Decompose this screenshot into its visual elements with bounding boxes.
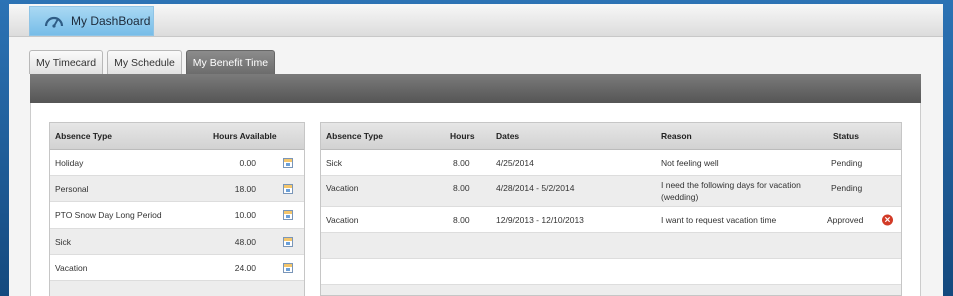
hours-cell: 8.00: [453, 157, 470, 168]
table-row[interactable]: PTO Snow Day Long Period 10.00: [50, 202, 304, 229]
table-row[interactable]: Holiday 0.00: [50, 150, 304, 176]
calendar-icon[interactable]: [283, 210, 293, 220]
hours-cell: 24.00: [234, 262, 256, 273]
empty-row: [50, 281, 304, 296]
absence-type-cell: Vacation: [326, 183, 359, 193]
tab-content: Absence Type Hours Available Holiday 0.0…: [30, 103, 921, 296]
table-row[interactable]: Personal 18.00: [50, 176, 304, 202]
hours-cell: 18.00: [234, 183, 256, 194]
dashboard-label: My DashBoard: [71, 14, 151, 28]
calendar-icon[interactable]: [283, 236, 293, 247]
absence-type-cell: Vacation: [326, 214, 359, 225]
main-panel: My Timecard My Schedule My Benefit Time …: [9, 37, 943, 296]
empty-row: [321, 259, 901, 285]
column-header-hours: Hours: [450, 131, 475, 141]
absence-requests-table: Absence Type Hours Dates Reason Status S…: [320, 122, 902, 296]
hours-cell: 10.00: [234, 210, 256, 220]
absence-type-cell: PTO Snow Day Long Period: [55, 210, 162, 220]
tab-my-timecard[interactable]: My Timecard: [29, 50, 104, 74]
tab-my-schedule[interactable]: My Schedule: [107, 50, 182, 74]
calendar-icon[interactable]: [283, 183, 293, 194]
cancel-icon[interactable]: ✕: [882, 214, 893, 225]
hours-cell: 8.00: [453, 214, 470, 225]
column-header-absence-type: Absence Type: [326, 131, 384, 141]
column-header-reason: Reason: [661, 131, 692, 141]
table-row[interactable]: Vacation 8.00 12/9/2013 - 12/10/2013 I w…: [321, 207, 901, 233]
table-row[interactable]: Sick 8.00 4/25/2014 Not feeling well Pen…: [321, 150, 901, 176]
empty-row: [321, 233, 901, 259]
column-header-absence-type: Absence Type: [55, 131, 113, 141]
absence-type-cell: Vacation: [55, 262, 88, 273]
calendar-icon[interactable]: [283, 157, 293, 168]
tab-bar: My Timecard My Schedule My Benefit Time: [29, 50, 279, 74]
absence-type-cell: Personal: [55, 183, 89, 194]
dashboard-button[interactable]: My DashBoard: [29, 6, 154, 36]
table-row[interactable]: Vacation 24.00: [50, 255, 304, 281]
status-cell: Pending: [831, 157, 863, 168]
table-row[interactable]: Sick 48.00: [50, 229, 304, 255]
column-header-hours-available: Hours Available: [213, 131, 277, 141]
hours-cell: 48.00: [234, 236, 256, 247]
table-header: Absence Type Hours Available: [50, 123, 304, 150]
empty-row: [321, 285, 901, 295]
reason-cell: I need the following days for vacation (…: [661, 180, 801, 202]
speedometer-icon: [44, 16, 64, 28]
status-cell: Pending: [831, 183, 863, 193]
dates-cell: 4/25/2014: [496, 157, 534, 168]
column-header-dates: Dates: [496, 131, 520, 141]
reason-cell: Not feeling well: [661, 157, 719, 168]
hours-cell: 0.00: [239, 157, 256, 168]
absence-type-cell: Sick: [326, 157, 343, 168]
absence-type-cell: Holiday: [55, 157, 84, 168]
tab-my-benefit-time[interactable]: My Benefit Time: [185, 50, 276, 74]
column-header-status: Status: [833, 131, 859, 141]
dates-cell: 12/9/2013 - 12/10/2013: [496, 214, 584, 225]
absence-type-cell: Sick: [55, 236, 72, 247]
status-cell: Approved: [827, 214, 864, 225]
dates-cell: 4/28/2014 - 5/2/2014: [496, 183, 575, 193]
app-frame: My DashBoard My Timecard My Schedule My …: [0, 0, 953, 296]
hours-cell: 8.00: [453, 183, 470, 193]
reason-cell: I want to request vacation time: [661, 214, 777, 225]
table-row[interactable]: Vacation 8.00 4/28/2014 - 5/2/2014 I nee…: [321, 176, 901, 207]
table-header: Absence Type Hours Dates Reason Status: [321, 123, 901, 150]
benefit-balances-table: Absence Type Hours Available Holiday 0.0…: [49, 122, 305, 296]
calendar-icon[interactable]: [283, 262, 293, 273]
tab-header-band: [30, 74, 921, 103]
top-bar: My DashBoard: [9, 4, 943, 37]
